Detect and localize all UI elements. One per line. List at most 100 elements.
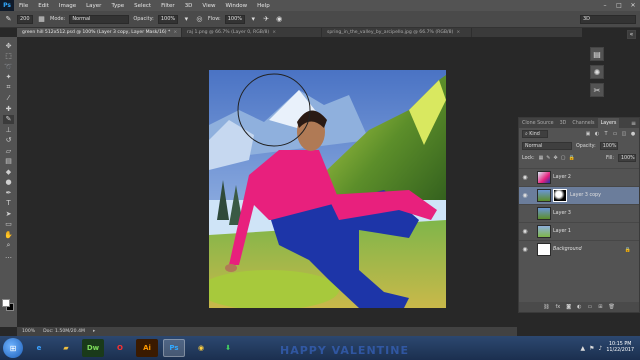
- eye-hidden-icon[interactable]: ◉: [519, 210, 531, 217]
- brush-tool-icon[interactable]: ✎: [3, 114, 14, 124]
- brush-presets-icon[interactable]: ✺: [590, 65, 604, 79]
- history-panel-icon[interactable]: ▤: [590, 47, 604, 61]
- brush-tool-icon[interactable]: ✎: [4, 15, 13, 24]
- shape-filter-icon[interactable]: ▭: [612, 131, 618, 137]
- close-icon[interactable]: ×: [456, 30, 460, 35]
- maximize-button[interactable]: □: [612, 0, 626, 11]
- new-layer-icon[interactable]: ⊞: [598, 304, 602, 310]
- adjustment-icon[interactable]: ◐: [577, 304, 581, 310]
- menu-select[interactable]: Select: [129, 3, 156, 9]
- menu-type[interactable]: Type: [106, 3, 129, 9]
- brush-size-picker[interactable]: 200: [17, 14, 33, 24]
- menu-layer[interactable]: Layer: [81, 3, 106, 9]
- menu-help[interactable]: Help: [252, 3, 275, 9]
- dreamweaver-icon[interactable]: Dw: [82, 339, 104, 357]
- explorer-icon[interactable]: ▰: [55, 339, 77, 357]
- kind-filter-select[interactable]: ⌕ Kind: [522, 130, 548, 138]
- close-icon[interactable]: ×: [173, 30, 177, 35]
- smart-filter-icon[interactable]: ◫: [621, 131, 627, 137]
- minimize-button[interactable]: –: [598, 0, 612, 11]
- opacity-input[interactable]: 100%: [157, 14, 178, 24]
- history-brush-tool-icon[interactable]: ↺: [3, 136, 14, 145]
- layer-row-layer-3-copy[interactable]: ◉ Layer 3 copy: [519, 186, 639, 204]
- quick-select-tool-icon[interactable]: ✦: [3, 73, 14, 82]
- pen-tool-icon[interactable]: ✒: [3, 188, 14, 197]
- chrome-icon[interactable]: ◉: [190, 339, 212, 357]
- lock-pixels-icon[interactable]: ✎: [546, 155, 550, 161]
- illustrator-icon[interactable]: Ai: [136, 339, 158, 357]
- pressure-opacity-icon[interactable]: ◎: [195, 15, 204, 24]
- tab-3d[interactable]: 3D: [557, 118, 570, 128]
- brush-panel-icon[interactable]: ▦: [37, 15, 46, 24]
- lock-transparent-icon[interactable]: ▦: [539, 155, 544, 161]
- healing-brush-tool-icon[interactable]: ✚: [3, 104, 14, 113]
- crop-tool-icon[interactable]: ⌗: [3, 83, 14, 92]
- lasso-tool-icon[interactable]: ➰: [3, 62, 14, 71]
- blend-mode-select[interactable]: Normal: [522, 142, 572, 150]
- menu-view[interactable]: View: [197, 3, 220, 9]
- airbrush-icon[interactable]: ✈: [262, 15, 271, 24]
- menu-image[interactable]: Image: [54, 3, 81, 9]
- panel-expand-icon[interactable]: «: [627, 30, 636, 39]
- foreground-color-swatch[interactable]: [2, 299, 10, 307]
- hand-tool-icon[interactable]: ✋: [3, 230, 14, 239]
- link-icon[interactable]: ⛓: [543, 304, 549, 310]
- network-icon[interactable]: ▲: [580, 345, 585, 352]
- menu-filter[interactable]: Filter: [156, 3, 180, 9]
- type-tool-icon[interactable]: T: [3, 199, 14, 208]
- document-canvas[interactable]: [209, 70, 446, 308]
- path-select-tool-icon[interactable]: ➤: [3, 209, 14, 218]
- eye-icon[interactable]: ◉: [519, 192, 531, 199]
- trash-icon[interactable]: 🗑: [608, 304, 614, 310]
- gradient-tool-icon[interactable]: ▤: [3, 157, 14, 166]
- marquee-tool-icon[interactable]: ⬚: [3, 52, 14, 61]
- chevron-right-icon[interactable]: ▸: [93, 329, 95, 334]
- ie-icon[interactable]: e: [28, 339, 50, 357]
- fill-input[interactable]: 100%: [618, 154, 636, 162]
- adjust-filter-icon[interactable]: ◐: [594, 131, 600, 137]
- tab-spring-valley[interactable]: spring_in_the_valley_by_arcipello.jpg @ …: [322, 28, 472, 37]
- menu-edit[interactable]: Edit: [33, 3, 54, 9]
- shape-tool-icon[interactable]: ▭: [3, 220, 14, 229]
- dodge-tool-icon[interactable]: ●: [3, 178, 14, 187]
- chevron-down-icon[interactable]: ▾: [182, 15, 191, 24]
- zoom-tool-icon[interactable]: ⌕: [3, 241, 14, 250]
- photoshop-icon[interactable]: Ps: [163, 339, 185, 357]
- tab-layers[interactable]: Layers: [597, 118, 620, 128]
- menu-3d[interactable]: 3D: [180, 3, 198, 9]
- clone-stamp-tool-icon[interactable]: ⊥: [3, 125, 14, 134]
- eye-icon[interactable]: ◉: [519, 174, 531, 181]
- layer-row-layer-1[interactable]: ◉ Layer 1: [519, 222, 639, 240]
- panel-menu-icon[interactable]: ≡: [631, 120, 636, 127]
- close-button[interactable]: ✕: [626, 0, 640, 11]
- tab-green-hill[interactable]: green hill 512x512.psd @ 100% (Layer 3 c…: [17, 28, 182, 37]
- fx-icon[interactable]: fx: [556, 304, 561, 310]
- pixel-filter-icon[interactable]: ▣: [585, 131, 591, 137]
- eraser-tool-icon[interactable]: ▱: [3, 146, 14, 155]
- tool-presets-icon[interactable]: ✂: [590, 83, 604, 97]
- opera-icon[interactable]: O: [109, 339, 131, 357]
- artwork-image[interactable]: [209, 70, 446, 308]
- layer-mask-thumbnail[interactable]: [553, 189, 567, 202]
- downloader-icon[interactable]: ⬇: [217, 339, 239, 357]
- layer-row-layer-3[interactable]: ◉ Layer 3: [519, 204, 639, 222]
- start-button[interactable]: ⊞: [3, 338, 23, 358]
- menu-window[interactable]: Window: [220, 3, 252, 9]
- chevron-down-icon[interactable]: ▾: [249, 15, 258, 24]
- tab-channels[interactable]: Channels: [569, 118, 597, 128]
- zoom-level[interactable]: 100%: [22, 329, 35, 334]
- pressure-size-icon[interactable]: ◉: [275, 15, 284, 24]
- clock[interactable]: 10:15 PM 11/22/2017: [606, 342, 634, 354]
- blur-tool-icon[interactable]: ◆: [3, 167, 14, 176]
- layer-row-layer-2[interactable]: ◉ Layer 2: [519, 168, 639, 186]
- eye-icon[interactable]: ◉: [519, 246, 531, 253]
- mode-select[interactable]: Normal: [69, 14, 130, 24]
- layer-opacity-input[interactable]: 100%: [599, 142, 618, 150]
- eye-icon[interactable]: ◉: [519, 228, 531, 235]
- more-tools-icon[interactable]: …: [3, 251, 14, 260]
- menu-file[interactable]: File: [14, 3, 33, 9]
- lock-all-icon[interactable]: 🔒: [568, 155, 574, 161]
- group-icon[interactable]: ▭: [588, 304, 593, 310]
- eyedropper-tool-icon[interactable]: ⁄: [3, 94, 14, 103]
- filter-toggle-icon[interactable]: ●: [630, 131, 636, 137]
